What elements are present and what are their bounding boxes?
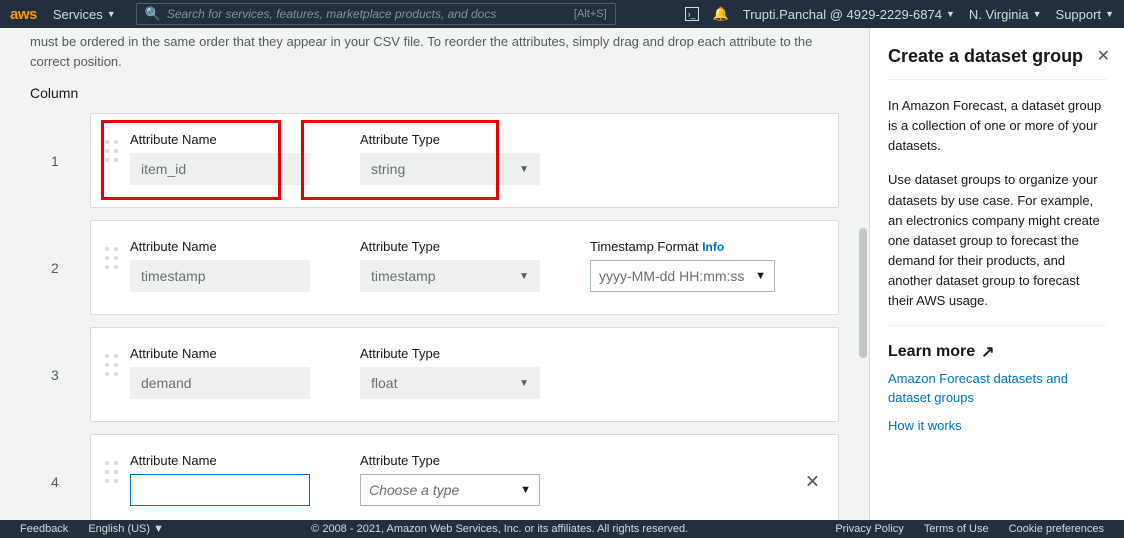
caret-down-icon: ▼ (946, 9, 955, 19)
attr-name-input: item_id (130, 153, 310, 185)
copyright: © 2008 - 2021, Amazon Web Services, Inc.… (184, 523, 815, 535)
attr-name-label: Attribute Name (130, 346, 310, 361)
services-menu[interactable]: Services ▼ (53, 7, 116, 22)
region-menu[interactable]: N. Virginia▼ (969, 7, 1042, 22)
support-menu[interactable]: Support▼ (1056, 7, 1114, 22)
attr-name-input[interactable] (130, 474, 310, 506)
panel-paragraph: In Amazon Forecast, a dataset group is a… (888, 96, 1106, 156)
attr-type-select: float▼ (360, 367, 540, 399)
global-search[interactable]: 🔍 Search for services, features, marketp… (136, 3, 616, 25)
help-link[interactable]: How it works (888, 417, 1106, 435)
help-link[interactable]: Amazon Forecast datasets and dataset gro… (888, 370, 1106, 406)
learn-more-heading: Learn more ↗ (888, 342, 1106, 362)
panel-paragraph: Use dataset groups to organize your data… (888, 170, 1106, 311)
cloudshell-icon[interactable]: ›_ (685, 7, 699, 21)
attr-name-label: Attribute Name (130, 132, 310, 147)
schema-row-1: 1 Attribute Name item_id Attribute Type … (90, 113, 839, 208)
row-number: 4 (51, 474, 59, 490)
feedback-link[interactable]: Feedback (20, 523, 68, 535)
info-link[interactable]: Info (702, 240, 724, 254)
aws-topbar: aws Services ▼ 🔍 Search for services, fe… (0, 0, 1124, 28)
column-header: Column (30, 85, 839, 101)
chevron-down-icon: ▼ (520, 484, 531, 496)
main-content: must be ordered in the same order that t… (0, 28, 869, 520)
schema-row-4: 4 Attribute Name Attribute Type Choose a… (90, 434, 839, 520)
drag-handle-icon[interactable] (105, 247, 120, 271)
search-placeholder: Search for services, features, marketpla… (167, 7, 568, 21)
caret-down-icon: ▼ (1033, 9, 1042, 19)
caret-down-icon: ▼ (1105, 9, 1114, 19)
ts-format-label: Timestamp Format Info (590, 239, 775, 254)
external-link-icon: ↗ (981, 342, 994, 362)
drag-handle-icon[interactable] (105, 140, 120, 164)
row-number: 2 (51, 260, 59, 276)
attr-type-select: timestamp▼ (360, 260, 540, 292)
scrollbar-thumb[interactable] (859, 228, 867, 358)
chevron-down-icon: ▼ (519, 271, 529, 282)
search-icon: 🔍 (145, 6, 161, 22)
terms-link[interactable]: Terms of Use (924, 523, 989, 535)
chevron-down-icon: ▼ (755, 270, 766, 282)
bell-icon[interactable]: 🔔 (713, 6, 729, 22)
attr-type-label: Attribute Type (360, 346, 540, 361)
attr-name-input: timestamp (130, 260, 310, 292)
drag-handle-icon[interactable] (105, 461, 120, 485)
attr-type-label: Attribute Type (360, 453, 540, 468)
schema-row-2: 2 Attribute Name timestamp Attribute Typ… (90, 220, 839, 315)
row-number: 1 (51, 153, 59, 169)
account-menu[interactable]: Trupti.Panchal @ 4929-2229-6874▼ (743, 7, 955, 22)
schema-intro-text: must be ordered in the same order that t… (30, 28, 839, 71)
search-kbd: [Alt+S] (574, 8, 607, 20)
attr-name-label: Attribute Name (130, 239, 310, 254)
language-selector[interactable]: English (US) ▼ (88, 523, 164, 535)
caret-down-icon: ▼ (107, 9, 116, 19)
panel-title: Create a dataset group (888, 46, 1106, 67)
privacy-link[interactable]: Privacy Policy (835, 523, 903, 535)
attr-name-label: Attribute Name (130, 453, 310, 468)
services-label: Services (53, 7, 103, 22)
attr-type-label: Attribute Type (360, 239, 540, 254)
attr-type-select: string▼ (360, 153, 540, 185)
help-panel: ✕ Create a dataset group In Amazon Forec… (869, 28, 1124, 520)
aws-logo[interactable]: aws (10, 6, 37, 23)
attr-type-select[interactable]: Choose a type▼ (360, 474, 540, 506)
aws-footer: Feedback English (US) ▼ © 2008 - 2021, A… (0, 520, 1124, 538)
close-panel-button[interactable]: ✕ (1097, 46, 1110, 66)
chevron-down-icon: ▼ (519, 378, 529, 389)
attr-type-label: Attribute Type (360, 132, 540, 147)
schema-row-3: 3 Attribute Name demand Attribute Type f… (90, 327, 839, 422)
chevron-down-icon: ▼ (519, 164, 529, 175)
drag-handle-icon[interactable] (105, 354, 120, 378)
row-number: 3 (51, 367, 59, 383)
remove-row-button[interactable]: ✕ (805, 471, 820, 492)
cookie-link[interactable]: Cookie preferences (1009, 523, 1104, 535)
attr-name-input: demand (130, 367, 310, 399)
ts-format-select[interactable]: yyyy-MM-dd HH:mm:ss▼ (590, 260, 775, 292)
